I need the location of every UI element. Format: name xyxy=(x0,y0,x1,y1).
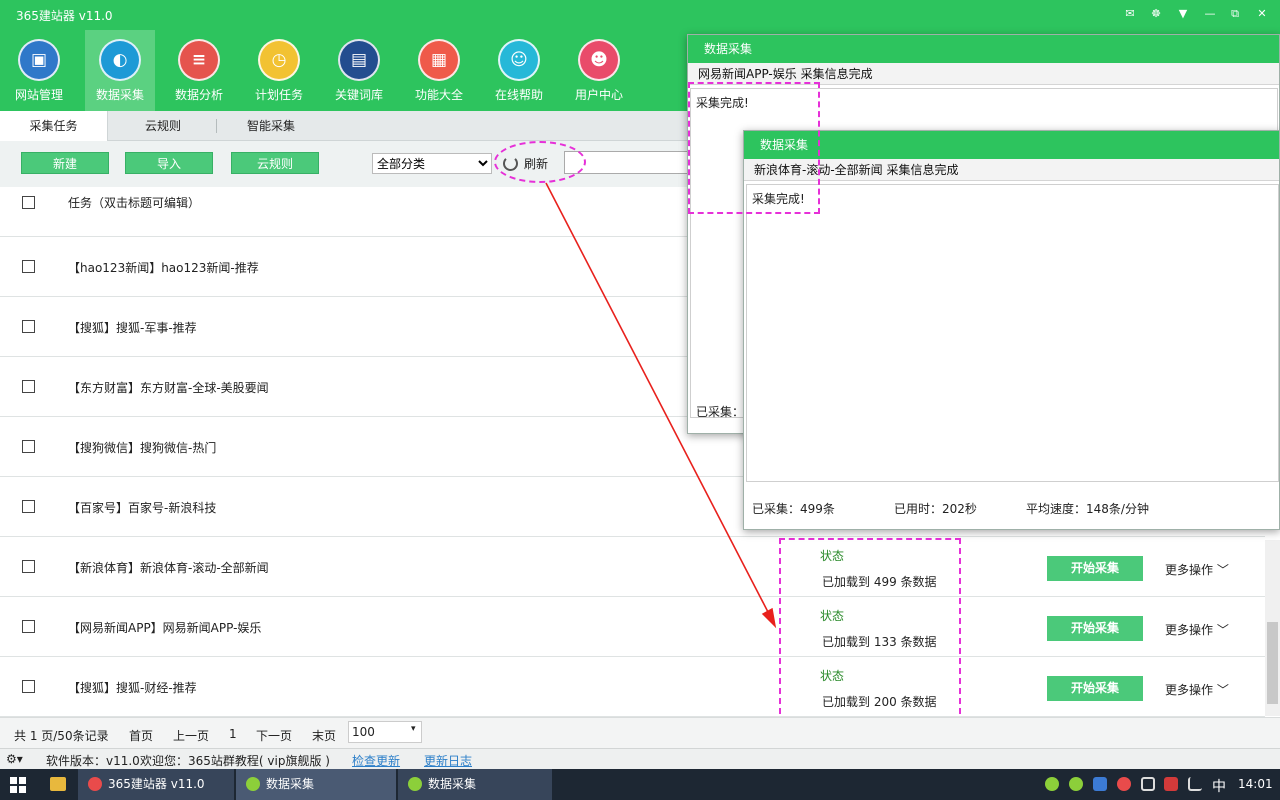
annotation-arrow xyxy=(545,182,777,629)
